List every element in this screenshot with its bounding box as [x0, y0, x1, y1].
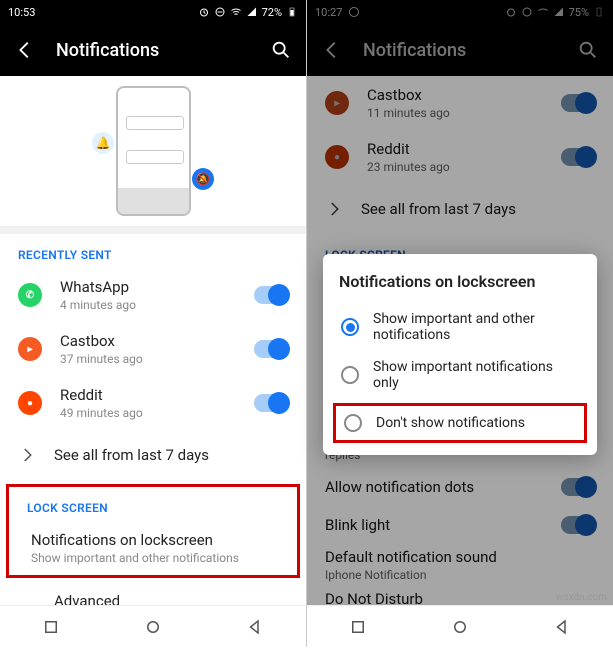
radio-selected-icon — [341, 318, 359, 336]
dialog-option-dont-show[interactable]: Don't show notifications — [333, 403, 587, 443]
nav-home-icon[interactable] — [451, 618, 469, 636]
screen-right-dialog: 10:27 75% Notifications ▸ Castbox11 minu… — [307, 0, 613, 647]
battery-icon — [593, 6, 605, 18]
page-title: Notifications — [56, 40, 270, 61]
page-title: Notifications — [363, 40, 577, 61]
signal-icon — [246, 6, 258, 18]
status-time: 10:53 — [8, 6, 35, 19]
toggle-reddit[interactable] — [254, 394, 288, 412]
watermark: wsxdn.com — [556, 592, 607, 603]
search-icon[interactable] — [577, 39, 599, 61]
hero-illustration: 🔔 🔕 — [0, 76, 306, 226]
app-row-reddit[interactable]: ● Reddit49 minutes ago — [0, 376, 306, 430]
toggle[interactable] — [561, 478, 595, 496]
dnd-icon — [214, 6, 226, 18]
chevron-right-icon — [325, 200, 343, 218]
status-battery: 75% — [569, 6, 589, 19]
toggle[interactable] — [561, 94, 595, 112]
lockscreen-notifications-row[interactable]: Notifications on lockscreenShow importan… — [9, 521, 297, 575]
nav-back-icon[interactable] — [553, 618, 571, 636]
dnd-icon — [521, 6, 533, 18]
dialog-option-important-only[interactable]: Show important notifications only — [339, 351, 581, 399]
alarm-icon — [505, 6, 517, 18]
app-row-whatsapp[interactable]: ✆ WhatsApp4 minutes ago — [0, 268, 306, 322]
nav-back-icon[interactable] — [246, 618, 264, 636]
section-recently-sent: RECENTLY SENT — [0, 234, 306, 268]
back-icon[interactable] — [14, 39, 36, 61]
nav-home-icon[interactable] — [144, 618, 162, 636]
toggle[interactable] — [561, 516, 595, 534]
see-all-row[interactable]: See all from last 7 days — [307, 184, 613, 234]
highlight-lockscreen: LOCK SCREEN Notifications on lockscreenS… — [6, 484, 300, 578]
status-bar: 10:27 75% — [307, 0, 613, 24]
app-row-castbox[interactable]: ▸ Castbox11 minutes ago — [307, 76, 613, 130]
chevron-right-icon — [18, 446, 36, 464]
battery-icon — [286, 6, 298, 18]
screen-left-notifications: 10:53 72% Notifications 🔔 🔕 RECENTLY SEN… — [0, 0, 306, 647]
status-time: 10:27 — [315, 6, 342, 19]
status-bar: 10:53 72% — [0, 0, 306, 24]
setting-default-sound[interactable]: Default notification soundIphone Notific… — [307, 544, 613, 586]
navigation-bar — [0, 605, 306, 647]
signal-icon — [553, 6, 565, 18]
setting-blink-light[interactable]: Blink light — [307, 506, 613, 544]
whatsapp-icon — [348, 6, 360, 18]
alarm-icon — [198, 6, 210, 18]
toggle[interactable] — [561, 148, 595, 166]
dialog-option-show-all[interactable]: Show important and other notifications — [339, 303, 581, 351]
toggle-whatsapp[interactable] — [254, 286, 288, 304]
app-header: Notifications — [307, 24, 613, 76]
nav-recent-icon[interactable] — [42, 618, 60, 636]
lockscreen-dialog: Notifications on lockscreen Show importa… — [323, 254, 597, 455]
back-icon[interactable] — [321, 39, 343, 61]
nav-recent-icon[interactable] — [349, 618, 367, 636]
dialog-title: Notifications on lockscreen — [339, 272, 581, 291]
section-lock-screen: LOCK SCREEN — [9, 487, 297, 521]
radio-icon — [344, 414, 362, 432]
status-battery: 72% — [262, 6, 282, 19]
wifi-icon — [537, 6, 549, 18]
bell-icon: 🔔 — [92, 132, 114, 154]
app-row-castbox[interactable]: ▸ Castbox37 minutes ago — [0, 322, 306, 376]
bell-off-icon: 🔕 — [192, 168, 214, 190]
toggle-castbox[interactable] — [254, 340, 288, 358]
see-all-row[interactable]: See all from last 7 days — [0, 430, 306, 480]
radio-icon — [341, 366, 359, 384]
app-header: Notifications — [0, 24, 306, 76]
search-icon[interactable] — [270, 39, 292, 61]
app-row-reddit[interactable]: ● Reddit23 minutes ago — [307, 130, 613, 184]
navigation-bar — [307, 605, 613, 647]
wifi-icon — [230, 6, 242, 18]
setting-notification-dots[interactable]: Allow notification dots — [307, 468, 613, 506]
